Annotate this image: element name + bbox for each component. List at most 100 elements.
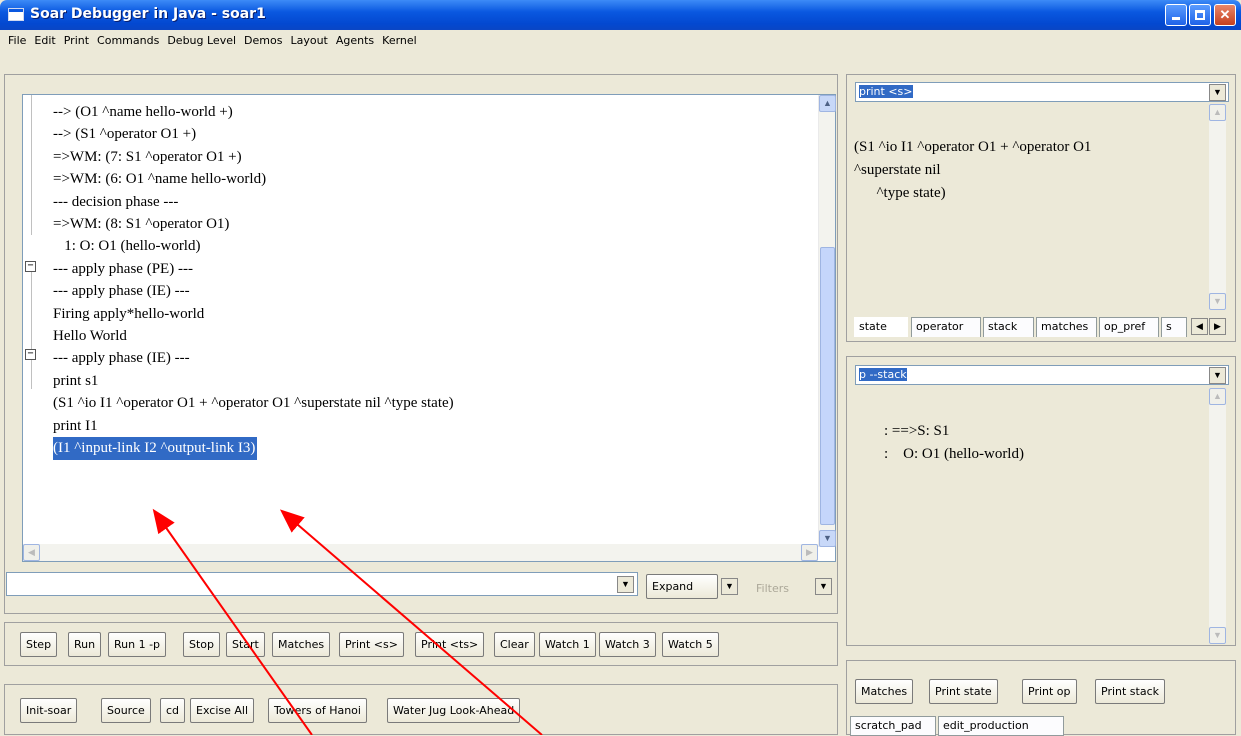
matches-button[interactable]: Matches (272, 632, 331, 657)
stack-command-input[interactable]: p --stack ▼ (855, 365, 1229, 385)
trace-line: Hello World (53, 328, 127, 345)
state-panel (846, 74, 1236, 342)
command-input[interactable]: ▼ (6, 572, 638, 596)
collapse-icon[interactable]: − (25, 349, 36, 360)
maximize-icon (1195, 10, 1205, 20)
trace-window: − − --> (O1 ^name hello-world +) --> (S1 … (22, 94, 836, 562)
tab-op-pref[interactable]: op_pref (1099, 317, 1159, 337)
towers-of-hanoi-button[interactable]: Towers of Hanoi (268, 698, 367, 723)
fold-line (31, 95, 32, 235)
print-stack-button[interactable]: Print stack (1095, 679, 1166, 704)
menu-demos[interactable]: Demos (240, 34, 286, 47)
menu-edit[interactable]: Edit (30, 34, 59, 47)
stack-output-line: : ==>S: S1 (884, 423, 950, 439)
init-soar-button[interactable]: Init-soar (20, 698, 78, 723)
state-dropdown-icon[interactable]: ▼ (1209, 84, 1226, 101)
menu-file[interactable]: File (4, 34, 30, 47)
menu-bar: File Edit Print Commands Debug Level Dem… (0, 30, 1241, 50)
tab-state[interactable]: state (854, 317, 908, 337)
collapse-icon[interactable]: − (25, 261, 36, 272)
tab-s[interactable]: s (1161, 317, 1187, 337)
menu-commands[interactable]: Commands (93, 34, 163, 47)
run-1-p-button[interactable]: Run 1 -p (108, 632, 167, 657)
run-button[interactable]: Run (68, 632, 102, 657)
water-jug-look-ahead-button[interactable]: Water Jug Look-Ahead (387, 698, 521, 723)
state-command-input[interactable]: print <s> ▼ (855, 82, 1229, 102)
tab-stack[interactable]: stack (983, 317, 1034, 337)
step-button[interactable]: Step (20, 632, 58, 657)
tab-scroll-left-icon[interactable]: ◀ (1191, 318, 1208, 335)
expand-dropdown-icon[interactable]: ▼ (721, 578, 738, 595)
trace-line: =>WM: (6: O1 ^name hello-world) (53, 171, 267, 188)
filters-dropdown-icon[interactable]: ▼ (815, 578, 832, 595)
state-command-value: print <s> (859, 85, 913, 98)
scroll-left-icon[interactable]: ◀ (23, 544, 40, 561)
scroll-thumb[interactable] (820, 247, 835, 525)
source-button[interactable]: Source (101, 698, 151, 723)
state-output-line: ^type state) (854, 185, 946, 201)
excise-all-button[interactable]: Excise All (190, 698, 255, 723)
trace-line: print I1 (53, 417, 98, 434)
menu-kernel[interactable]: Kernel (378, 34, 421, 47)
matches-button[interactable]: Matches (855, 679, 914, 704)
trace-horizontal-scrollbar[interactable]: ◀ ▶ (23, 544, 818, 561)
menu-agents[interactable]: Agents (332, 34, 378, 47)
tab-edit-production[interactable]: edit_production (938, 716, 1064, 736)
trace-vertical-scrollbar[interactable]: ▲ ▼ (818, 95, 836, 547)
expand-label: Expand (652, 580, 694, 593)
state-output-line: (S1 ^io I1 ^operator O1 + ^operator O1 (854, 139, 1092, 155)
filters-label[interactable]: Filters (756, 582, 789, 595)
watch-5-button[interactable]: Watch 5 (662, 632, 719, 657)
maximize-button[interactable] (1189, 4, 1211, 26)
cd-button[interactable]: cd (160, 698, 186, 723)
scroll-up-icon[interactable]: ▲ (1209, 388, 1226, 405)
minimize-icon (1172, 17, 1180, 20)
tab-scratch-pad[interactable]: scratch_pad (850, 716, 936, 736)
trace-line: --> (O1 ^name hello-world +) (53, 104, 233, 120)
print-state-button[interactable]: Print state (929, 679, 998, 704)
trace-line: 1: O: O1 (hello-world) (53, 238, 201, 255)
stop-button[interactable]: Stop (183, 632, 221, 657)
menu-layout[interactable]: Layout (286, 34, 331, 47)
trace-line: (S1 ^io I1 ^operator O1 + ^operator O1 ^… (53, 395, 454, 412)
trace-text: --> (O1 ^name hello-world +) --> (S1 ^ope… (53, 101, 454, 460)
menu-debug-level[interactable]: Debug Level (163, 34, 240, 47)
close-button[interactable]: ✕ (1214, 4, 1236, 26)
trace-line: --- apply phase (PE) --- (53, 260, 193, 277)
scroll-right-icon[interactable]: ▶ (801, 544, 818, 561)
trace-line: =>WM: (8: S1 ^operator O1) (53, 216, 230, 233)
print-s-button[interactable]: Print <s> (339, 632, 404, 657)
scroll-down-icon[interactable]: ▼ (1209, 627, 1226, 644)
state-output: (S1 ^io I1 ^operator O1 + ^operator O1 ^s… (854, 136, 1091, 205)
start-button[interactable]: Start (226, 632, 265, 657)
stack-scrollbar[interactable]: ▲ ▼ (1209, 388, 1226, 644)
stack-output: : ==>S: S1: O: O1 (hello-world) (884, 420, 1024, 466)
tab-operator[interactable]: operator (911, 317, 981, 337)
watch-1-button[interactable]: Watch 1 (539, 632, 596, 657)
stack-dropdown-icon[interactable]: ▼ (1209, 367, 1226, 384)
scroll-up-icon[interactable]: ▲ (1209, 104, 1226, 121)
scroll-down-icon[interactable]: ▼ (819, 530, 836, 547)
trace-line: --- apply phase (IE) --- (53, 283, 190, 300)
expand-button[interactable]: Expand (646, 574, 718, 599)
command-dropdown-icon[interactable]: ▼ (617, 576, 634, 593)
print-ts-button[interactable]: Print <ts> (415, 632, 485, 657)
stack-panel (846, 356, 1236, 646)
scroll-down-icon[interactable]: ▼ (1209, 293, 1226, 310)
watch-3-button[interactable]: Watch 3 (599, 632, 656, 657)
trace-line-selected: (I1 ^input-link I2 ^output-link I3) (53, 437, 258, 460)
state-scrollbar[interactable]: ▲ ▼ (1209, 104, 1226, 310)
menu-print[interactable]: Print (60, 34, 93, 47)
minimize-button[interactable] (1165, 4, 1187, 26)
trace-line: --- decision phase --- (53, 193, 179, 210)
scroll-up-icon[interactable]: ▲ (819, 95, 836, 112)
stack-command-value: p --stack (859, 368, 907, 381)
tab-scroll-right-icon[interactable]: ▶ (1209, 318, 1226, 335)
print-op-button[interactable]: Print op (1022, 679, 1077, 704)
fold-gutter: − − (23, 95, 51, 547)
tab-matches[interactable]: matches (1036, 317, 1097, 337)
trace-line: print s1 (53, 372, 99, 389)
clear-button[interactable]: Clear (494, 632, 535, 657)
state-command-value-wrap: print <s> (859, 85, 913, 98)
trace-line: --> (S1 ^operator O1 +) (53, 126, 197, 143)
